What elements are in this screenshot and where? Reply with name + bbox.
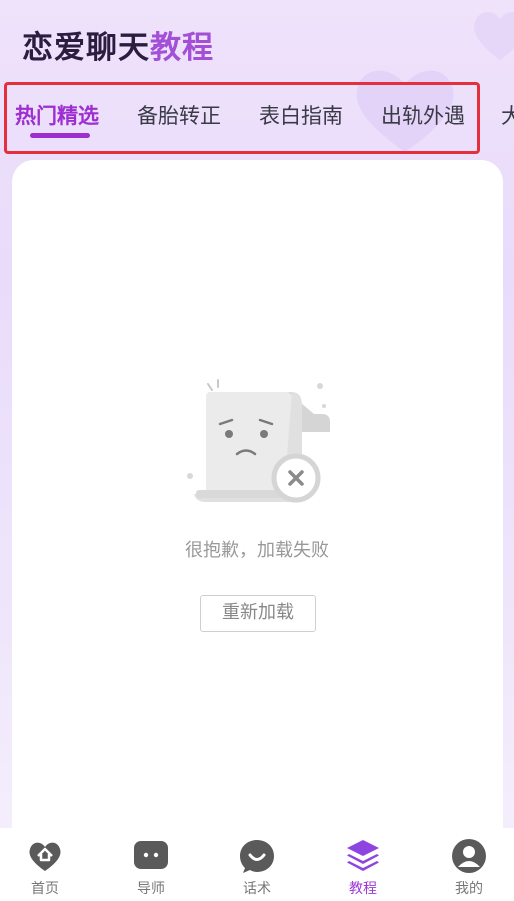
nav-label-home: 首页 — [31, 881, 59, 897]
nav-item-scripts[interactable]: 话术 — [217, 828, 297, 901]
nav-label-mentor: 导师 — [137, 881, 165, 897]
home-heart-icon — [29, 842, 61, 871]
layers-icon — [347, 840, 379, 871]
user-icon — [452, 839, 486, 873]
nav-item-tutorial[interactable]: 教程 — [323, 828, 403, 901]
chat-bubble-icon — [134, 841, 168, 869]
background-heart-icon — [474, 12, 514, 60]
nav-item-mentor[interactable]: 导师 — [111, 828, 191, 901]
smile-bubble-icon — [240, 840, 274, 873]
page-title-accent: 教程 — [150, 30, 214, 66]
reload-button[interactable]: 重新加载 — [200, 595, 316, 632]
nav-label-scripts: 话术 — [243, 881, 271, 897]
bottom-nav: 首页 导师 话术 教程 我的 — [0, 828, 514, 901]
content-card — [12, 160, 503, 860]
nav-label-profile: 我的 — [455, 881, 483, 897]
tab-more-partial[interactable]: 大 — [501, 100, 514, 130]
nav-item-home[interactable]: 首页 — [5, 828, 85, 901]
nav-label-tutorial: 教程 — [349, 881, 377, 897]
nav-item-profile[interactable]: 我的 — [429, 828, 509, 901]
tabs-highlight-box — [4, 82, 480, 154]
broken-document-icon — [187, 379, 330, 503]
load-failed-message: 很抱歉，加载失败 — [185, 540, 329, 561]
page-title-prefix: 恋爱聊天 — [22, 30, 150, 66]
page-title: 恋爱聊天教程 — [22, 22, 214, 67]
